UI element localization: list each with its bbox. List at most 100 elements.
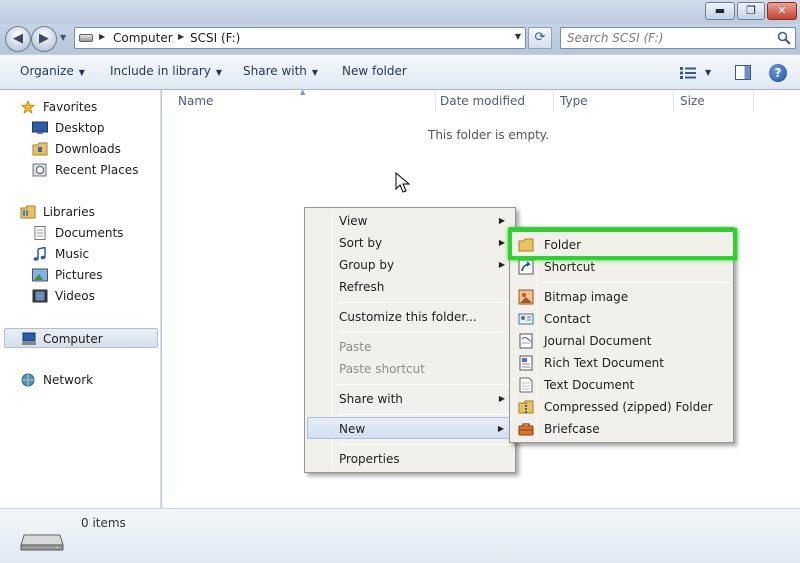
nav-libraries[interactable]: Libraries [20, 202, 158, 222]
search-icon[interactable] [777, 31, 791, 45]
nav-label: Computer [43, 332, 103, 346]
menu-item-share-with[interactable]: Share with ▶ [307, 388, 513, 410]
breadcrumb-separator[interactable]: ▶ [178, 32, 184, 41]
menu-item-sort-by[interactable]: Sort by ▶ [307, 232, 513, 254]
search-input[interactable] [567, 29, 767, 47]
nav-favorites[interactable]: Favorites [20, 97, 158, 117]
title-bar: ▬ ❐ ✕ [0, 0, 800, 24]
menu-item-label: Properties [339, 452, 400, 466]
nav-label: Libraries [43, 205, 95, 219]
drive-icon [79, 34, 93, 42]
pictures-icon [32, 268, 48, 282]
preview-pane-icon[interactable] [735, 65, 751, 80]
breadcrumb-separator[interactable]: ▶ [99, 32, 105, 41]
nav-network[interactable]: Network [20, 370, 158, 390]
breadcrumb-drive[interactable]: SCSI (F:) [190, 31, 240, 45]
menu-separator [337, 444, 511, 445]
journal-document-icon [519, 333, 533, 349]
item-count: 0 items [81, 516, 126, 530]
menu-item-label: Sort by [339, 236, 383, 250]
submenu-arrow-icon: ▶ [498, 260, 505, 269]
menu-item-group-by[interactable]: Group by ▶ [307, 254, 513, 276]
menu-item-new-journal[interactable]: Journal Document [512, 330, 731, 352]
menu-item-label: View [339, 214, 368, 228]
submenu-arrow-icon: ▶ [498, 216, 505, 225]
close-button[interactable]: ✕ [767, 2, 797, 20]
computer-icon [22, 332, 36, 345]
maximize-button[interactable]: ❐ [737, 2, 765, 20]
menu-item-refresh[interactable]: Refresh [307, 276, 513, 298]
menu-item-new-bitmap[interactable]: Bitmap image [512, 286, 731, 308]
shortcut-icon [518, 259, 534, 275]
chevron-down-icon: ▼ [311, 68, 319, 77]
minimize-button[interactable]: ▬ [705, 2, 735, 20]
column-header-date-modified[interactable]: Date modified [434, 90, 554, 112]
breadcrumb-computer[interactable]: Computer [113, 31, 173, 45]
nav-recent-places[interactable]: Recent Places [32, 160, 158, 180]
nav-desktop[interactable]: Desktop [32, 118, 158, 138]
menu-item-properties[interactable]: Properties [307, 448, 513, 470]
nav-computer[interactable]: Computer [4, 328, 158, 348]
submenu-arrow-icon: ▶ [497, 424, 504, 433]
include-in-library-label: Include in library [110, 64, 211, 78]
column-header-type[interactable]: Type [554, 90, 674, 112]
new-folder-button[interactable]: New folder [342, 64, 407, 78]
context-menu: View ▶ Sort by ▶ Group by ▶ Refresh Cust… [304, 207, 516, 473]
menu-item-new-text-document[interactable]: Text Document [512, 374, 731, 396]
nav-documents[interactable]: Documents [32, 223, 158, 243]
menu-separator [337, 302, 511, 303]
menu-separator [337, 384, 511, 385]
details-pane: 0 items [0, 508, 800, 563]
menu-item-new[interactable]: New ▶ [307, 417, 513, 439]
menu-item-label: Journal Document [544, 334, 652, 348]
nav-music[interactable]: Music [32, 244, 158, 264]
menu-item-new-contact[interactable]: Contact [512, 308, 731, 330]
hard-drive-icon [20, 534, 64, 551]
menu-separator [542, 282, 729, 283]
text-document-icon [519, 377, 533, 393]
sort-ascending-icon: ▲ [300, 88, 306, 96]
forward-button[interactable]: ▶ [31, 26, 57, 52]
views-dropdown-icon[interactable]: ▼ [705, 68, 711, 77]
nav-label: Favorites [43, 100, 98, 114]
videos-icon [32, 289, 48, 303]
network-icon [21, 373, 35, 387]
search-box[interactable] [560, 27, 796, 49]
views-icon[interactable] [680, 67, 696, 79]
address-dropdown-icon[interactable]: ▼ [515, 32, 521, 41]
menu-item-customize-folder[interactable]: Customize this folder... [307, 306, 513, 328]
menu-item-label: Briefcase [544, 422, 600, 436]
bitmap-image-icon [518, 289, 534, 305]
column-header-size[interactable]: Size [674, 90, 754, 112]
menu-item-new-rich-text[interactable]: Rich Text Document [512, 352, 731, 374]
menu-item-label: Compressed (zipped) Folder [544, 400, 713, 414]
mouse-pointer-icon [395, 172, 411, 193]
menu-item-label: Paste [339, 340, 372, 354]
nav-downloads[interactable]: Downloads [32, 139, 158, 159]
menu-item-paste: Paste [307, 336, 513, 358]
nav-label: Music [55, 247, 90, 261]
back-button[interactable]: ◀ [5, 26, 31, 52]
help-icon[interactable]: ? [769, 64, 787, 82]
zip-folder-icon [518, 400, 534, 414]
organize-button[interactable]: Organize ▼ [20, 64, 85, 78]
menu-item-new-briefcase[interactable]: Briefcase [512, 418, 731, 440]
nav-videos[interactable]: Videos [32, 286, 158, 306]
refresh-button[interactable]: ⟳ [528, 27, 552, 49]
downloads-folder-icon [32, 142, 48, 156]
address-bar[interactable]: ▶ Computer ▶ SCSI (F:) ▼ [74, 27, 526, 49]
recent-pages-dropdown[interactable]: ▼ [60, 33, 66, 42]
music-icon [33, 247, 46, 261]
menu-item-label: New [339, 422, 366, 436]
menu-item-view[interactable]: View ▶ [307, 210, 513, 232]
organize-label: Organize [20, 64, 74, 78]
menu-item-new-compressed-folder[interactable]: Compressed (zipped) Folder [512, 396, 731, 418]
share-with-button[interactable]: Share with ▼ [243, 64, 318, 78]
nav-label: Desktop [55, 121, 105, 135]
empty-folder-message: This folder is empty. [428, 128, 549, 142]
menu-separator [337, 332, 511, 333]
star-icon [20, 100, 36, 114]
include-in-library-button[interactable]: Include in library ▼ [110, 64, 222, 78]
nav-pictures[interactable]: Pictures [32, 265, 158, 285]
command-bar: Organize ▼ Include in library ▼ Share with… [0, 54, 800, 90]
